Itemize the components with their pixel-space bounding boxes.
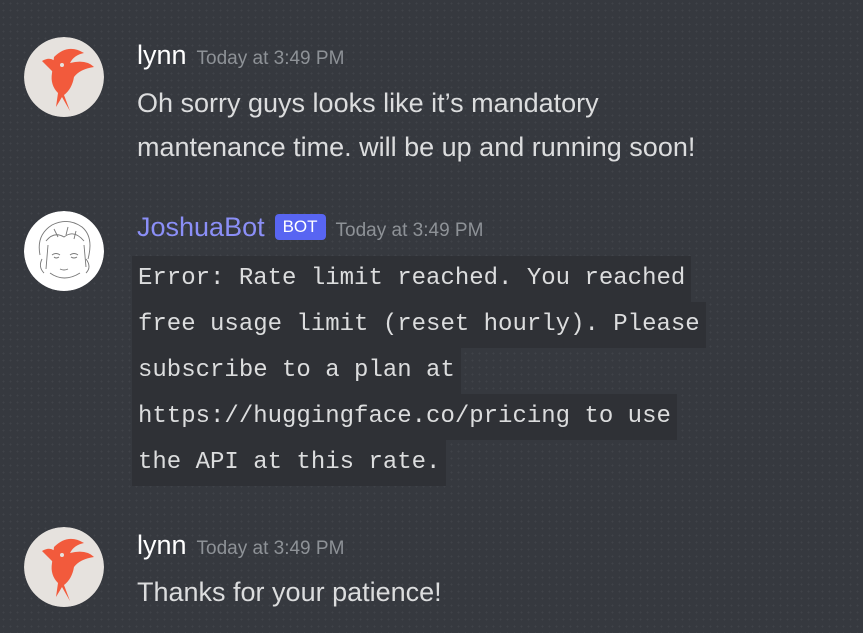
code-line: the API at this rate. xyxy=(132,440,447,486)
avatar-joshuabot[interactable] xyxy=(24,211,104,291)
message-line: Thanks for your patience! xyxy=(137,577,442,607)
code-block: Error: Rate limit reached. You reached f… xyxy=(132,256,812,486)
avatar-lynn[interactable] xyxy=(24,527,104,607)
message-content: Oh sorry guys looks like it’s mandatory … xyxy=(137,81,695,169)
timestamp: Today at 3:49 PM xyxy=(335,220,484,241)
bird-icon xyxy=(24,37,104,117)
username[interactable]: lynn xyxy=(137,530,187,560)
message-content: Thanks for your patience! xyxy=(137,570,442,614)
username[interactable]: JoshuaBot xyxy=(137,212,265,242)
chat-area: lynn Today at 3:49 PM Oh sorry guys looks… xyxy=(0,0,863,633)
username[interactable]: lynn xyxy=(137,40,187,70)
code-line: Error: Rate limit reached. You reached xyxy=(132,256,692,302)
timestamp: Today at 3:49 PM xyxy=(196,48,345,69)
timestamp: Today at 3:49 PM xyxy=(196,538,345,559)
code-line: free usage limit (reset hourly). Please xyxy=(132,302,706,348)
message-line: Oh sorry guys looks like it’s mandatory xyxy=(137,88,599,118)
anime-avatar-icon xyxy=(24,211,104,291)
code-line: subscribe to a plan at xyxy=(132,348,461,394)
avatar-lynn[interactable] xyxy=(24,37,104,117)
bird-icon xyxy=(24,527,104,607)
bot-badge: BOT xyxy=(274,214,326,240)
code-line: https://huggingface.co/pricing to use xyxy=(132,394,677,440)
message-line: mantenance time. will be up and running … xyxy=(137,132,696,162)
